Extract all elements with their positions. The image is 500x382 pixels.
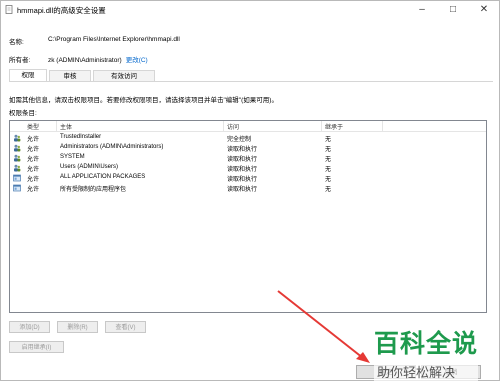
security-settings-window: hmmapi.dll的高级安全设置 – □ ✕ 名称: C:\Program F… <box>0 0 500 381</box>
watermark-title: 百科全说 <box>374 329 479 358</box>
watermark-subtitle: 助你轻松解决 <box>374 362 479 381</box>
watermark-logo: 百科全说 助你轻松解决 <box>374 324 479 381</box>
